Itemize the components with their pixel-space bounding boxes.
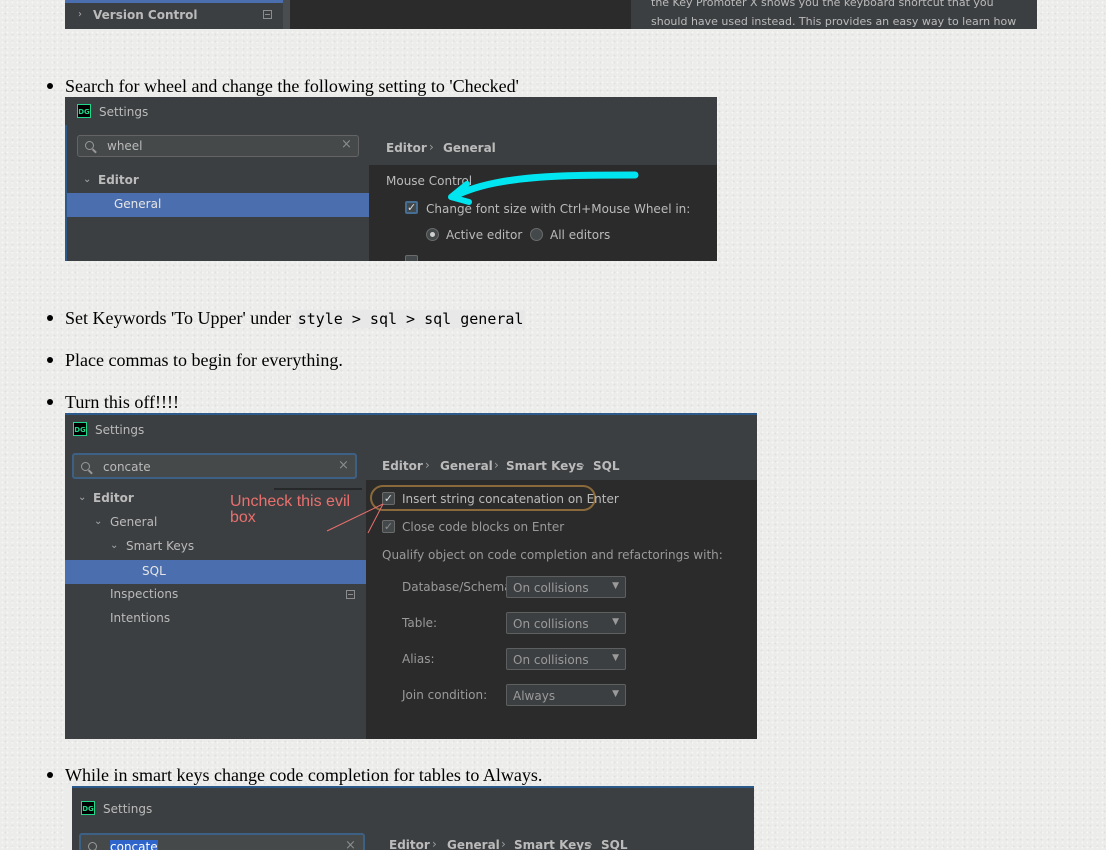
chevron-right-icon: › <box>588 837 593 850</box>
left-edge <box>65 786 72 850</box>
instruction-turn-off: Turn this off!!!! <box>65 392 180 412</box>
settings-main: Editor › General › Smart Keys › SQL <box>366 823 754 850</box>
tip-text-line2: should have used instead. This provides … <box>651 15 1017 28</box>
instruction-wheel: Search for wheel and change the followin… <box>65 76 519 96</box>
sidebar-item-version-control[interactable]: Version Control <box>93 8 198 22</box>
tip-text-line1: the Key Promoter X shows you the keyboar… <box>651 0 994 9</box>
cyan-arrow-annotation <box>448 171 639 205</box>
datagrip-logo-icon: DG <box>81 801 95 815</box>
breadcrumb-editor[interactable]: Editor <box>389 838 430 850</box>
breadcrumb-general[interactable]: General <box>447 838 500 850</box>
settings-sidebar: concate × <box>72 823 366 850</box>
chevron-right-icon: › <box>432 837 437 850</box>
top-screenshot: › Version Control the Key Promoter X sho… <box>65 0 1037 29</box>
top-main <box>290 0 630 29</box>
clear-icon[interactable]: × <box>345 838 356 850</box>
search-value: concate <box>110 840 158 850</box>
instruction-keywords-text: Set Keywords 'To Upper' under <box>65 308 292 328</box>
settings-screenshot-smartkeys: DG Settings concate × Editor › General ›… <box>65 786 754 850</box>
project-settings-icon <box>263 10 272 19</box>
title-bar: DG Settings <box>72 786 754 824</box>
bullet-marker <box>47 772 53 778</box>
top-right-panel: the Key Promoter X shows you the keyboar… <box>630 0 1037 29</box>
annotation-pointer-lines <box>274 488 384 534</box>
instruction-keywords: Set Keywords 'To Upper' under style > sq… <box>65 307 526 330</box>
top-scrollbar[interactable] <box>283 0 290 29</box>
search-input[interactable]: concate × <box>79 833 365 850</box>
chevron-right-icon: › <box>501 837 506 850</box>
window-title: Settings <box>103 802 153 816</box>
settings-path-code: style > sql > sql general <box>295 310 526 328</box>
top-sidebar: › Version Control <box>65 0 290 29</box>
chevron-right-icon: › <box>78 9 82 20</box>
bullet-marker <box>47 315 53 321</box>
bullet-marker <box>47 399 53 405</box>
instruction-commas: Place commas to begin for everything. <box>65 350 343 370</box>
top-selection-strip <box>65 0 290 3</box>
settings-screenshot-wheel: DG Settings wheel × ⌄ Editor General Edi… <box>65 97 717 261</box>
search-icon <box>88 842 97 850</box>
bullet-marker <box>47 83 53 89</box>
breadcrumb-smart-keys[interactable]: Smart Keys <box>514 838 591 850</box>
instruction-tables-always: While in smart keys change code completi… <box>65 765 543 785</box>
bullet-marker <box>47 357 53 363</box>
breadcrumb-sql[interactable]: SQL <box>601 838 628 850</box>
settings-screenshot-concat: DG Settings concate × ⌄ Editor ⌄ General… <box>65 413 757 739</box>
